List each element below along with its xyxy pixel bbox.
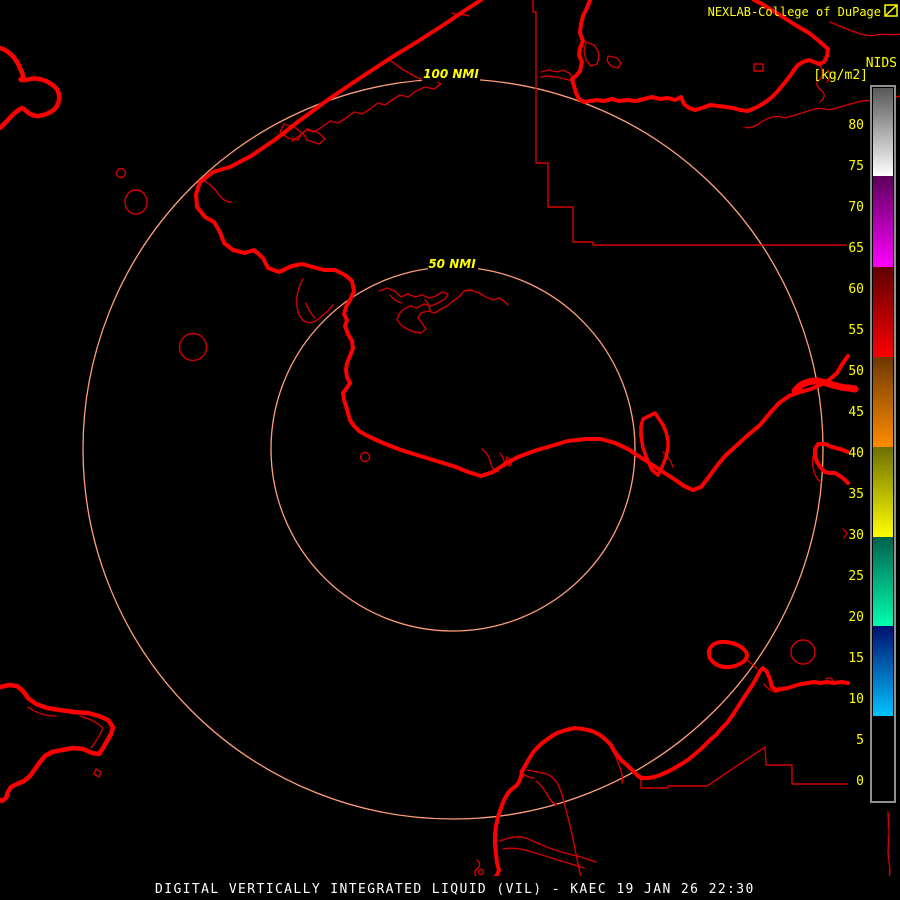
status-bar: DIGITAL VERTICALLY INTEGRATED LIQUID (VI…	[0, 876, 900, 900]
brand-text: NEXLAB-College of DuPage	[708, 5, 881, 19]
tick-label: 10	[848, 692, 864, 707]
tick-label: 15	[848, 651, 864, 666]
tick-label: 75	[848, 159, 864, 174]
tick-label: 20	[848, 610, 864, 625]
tick-label: 30	[848, 528, 864, 543]
tick-label: 55	[848, 323, 864, 338]
map-background	[0, 0, 900, 900]
tick-label: 45	[848, 405, 864, 420]
header: NEXLAB-College of DuPage	[708, 4, 898, 19]
radar-display: 100 NMI 50 NMI NEXLAB-College of DuPage …	[0, 0, 900, 900]
colorbar-title: NIDS	[866, 56, 897, 71]
tick-label: 80	[848, 118, 864, 133]
tick-label: 65	[848, 241, 864, 256]
tick-label: 0	[856, 774, 864, 789]
tick-label: 35	[848, 487, 864, 502]
ring-label-100nmi: 100 NMI	[423, 67, 479, 81]
tick-label: 5	[856, 733, 864, 748]
tick-label: 25	[848, 569, 864, 584]
radar-map-canvas: 100 NMI 50 NMI NEXLAB-College of DuPage …	[0, 0, 900, 900]
status-text: DIGITAL VERTICALLY INTEGRATED LIQUID (VI…	[155, 882, 755, 897]
tick-label: 40	[848, 446, 864, 461]
colorbar-units: [kg/m2]	[813, 68, 868, 83]
ring-label-50nmi: 50 NMI	[428, 257, 476, 271]
colorbar-segments	[873, 88, 893, 800]
tick-label: 70	[848, 200, 864, 215]
tick-label: 50	[848, 364, 864, 379]
tick-label: 60	[848, 282, 864, 297]
